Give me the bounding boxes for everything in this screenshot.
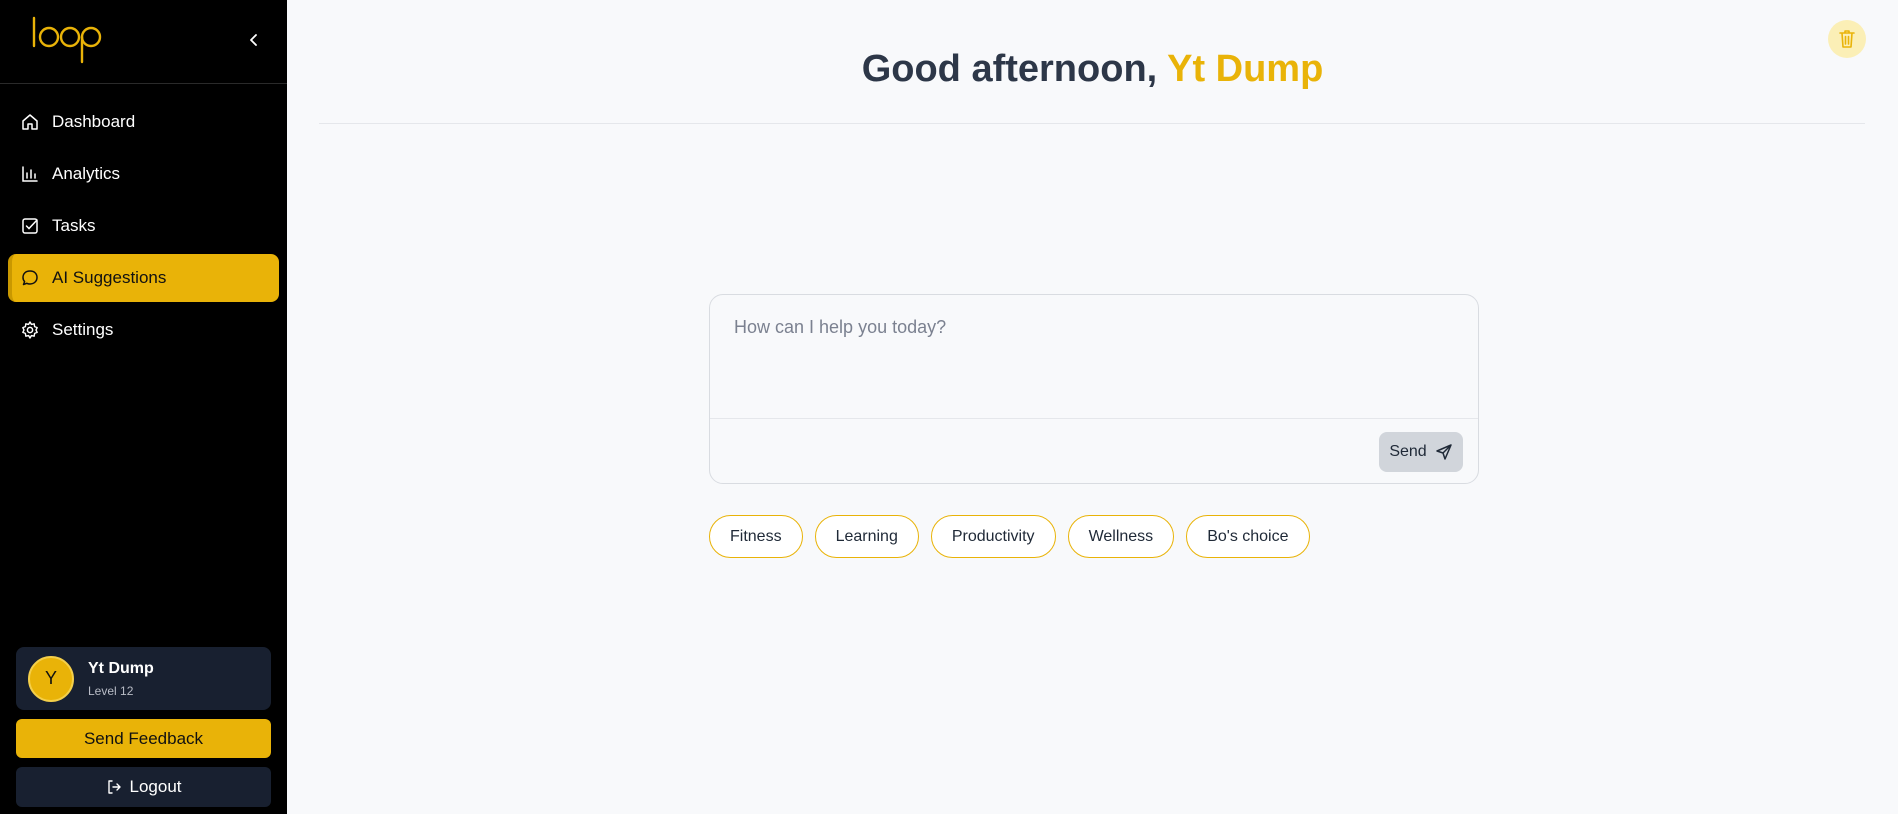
profile-level: Level 12 [88,683,134,698]
greeting-user-name: Yt Dump [1167,48,1324,90]
chip-bos-choice[interactable]: Bo's choice [1186,515,1310,558]
chip-fitness[interactable]: Fitness [709,515,803,558]
logout-label: Logout [129,777,182,796]
greeting-prefix: Good afternoon, [861,48,1158,90]
sidebar-item-label: Analytics [52,164,121,183]
avatar: Y [28,655,74,702]
sidebar-item-label: Dashboard [52,112,136,131]
sidebar-item-label: Settings [52,320,114,339]
collapse-sidebar-button[interactable] [240,28,268,52]
gear-icon [20,320,40,340]
greeting-heading: Good afternoon, Yt Dump [287,48,1898,91]
paper-plane-icon [1435,443,1453,461]
chat-composer: Send [709,294,1479,484]
sidebar-header [0,0,287,84]
chevron-left-icon [250,34,257,46]
main-content: Good afternoon, Yt Dump Send Fitness Lea… [287,0,1898,814]
send-label: Send [1389,443,1427,460]
chip-learning[interactable]: Learning [814,515,919,558]
chip-wellness[interactable]: Wellness [1067,515,1175,558]
send-button[interactable]: Send [1379,432,1463,472]
sidebar-item-tasks[interactable]: Tasks [8,202,279,250]
profile-card[interactable]: Y Yt Dump Level 12 [16,647,271,710]
profile-name: Yt Dump [88,659,154,677]
chat-input[interactable] [710,295,1478,419]
home-icon [20,112,40,132]
chat-bubble-icon [20,268,40,288]
header-divider [319,123,1865,124]
sidebar-item-dashboard[interactable]: Dashboard [8,98,279,146]
loop-logo[interactable] [30,16,120,64]
chip-productivity[interactable]: Productivity [930,515,1056,558]
trash-icon [1839,30,1855,48]
logout-button[interactable]: Logout [16,767,271,807]
sidebar-nav: Dashboard Analytics Tasks AI Suggestions… [0,98,287,358]
profile-info: Yt Dump Level 12 [88,660,154,698]
logout-icon [106,779,122,795]
sidebar-item-analytics[interactable]: Analytics [8,150,279,198]
send-feedback-button[interactable]: Send Feedback [16,719,271,758]
sidebar-item-ai-suggestions[interactable]: AI Suggestions [8,254,279,302]
checkbox-icon [20,216,40,236]
sidebar-item-label: AI Suggestions [52,268,167,287]
bar-chart-icon [20,164,40,184]
sidebar-item-settings[interactable]: Settings [8,306,279,354]
sidebar-item-label: Tasks [52,216,96,235]
suggestion-chips: Fitness Learning Productivity Wellness B… [709,515,1310,558]
sidebar: Dashboard Analytics Tasks AI Suggestions… [0,0,287,814]
